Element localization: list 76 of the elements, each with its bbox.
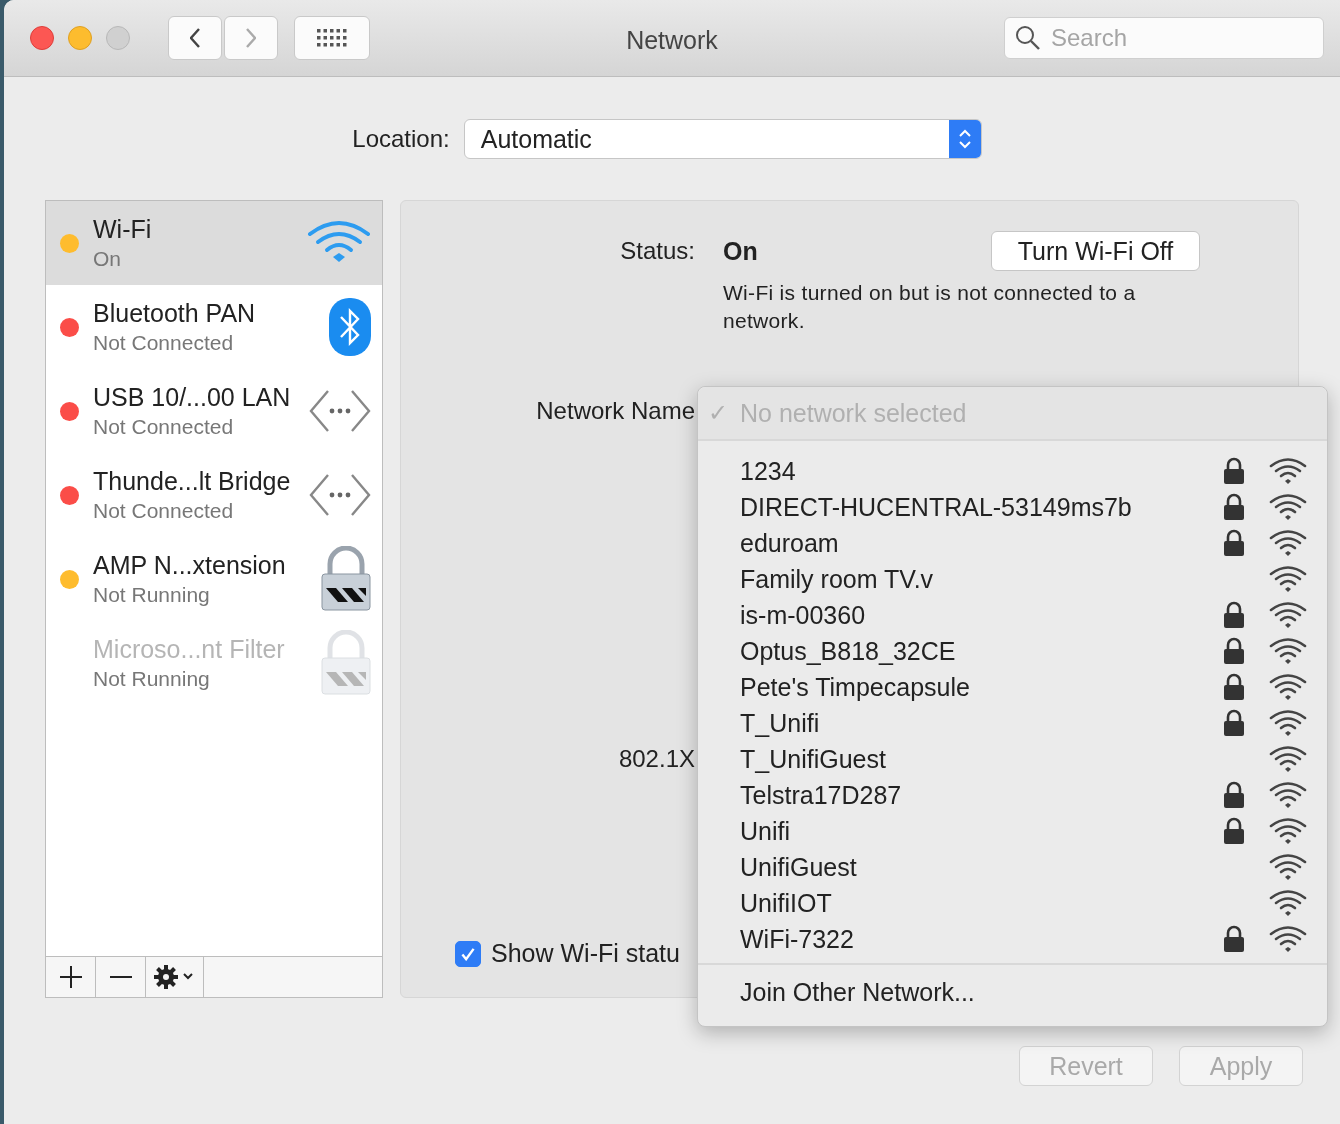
search-input[interactable]: Search [1049,23,1303,53]
minus-icon [108,976,133,978]
checkmark-icon [460,946,476,961]
wifi-icon [1269,636,1307,666]
close-button[interactable] [30,26,54,50]
service-item[interactable]: Thunde...lt Bridge Not Connected [46,453,382,537]
network-item[interactable]: eduroam [698,525,1327,561]
dot1x-label: 802.1X [617,745,695,773]
service-name: Wi-Fi [93,215,153,244]
service-item[interactable]: AMP N...xtension Not Running [46,537,382,621]
network-item[interactable]: Optus_B818_32CE [698,633,1327,669]
wifi-icon [1269,564,1307,594]
service-status: Not Connected [93,499,235,523]
network-item[interactable]: 1234 [698,453,1327,489]
service-name: Thunde...lt Bridge [93,467,292,496]
status-label: Status: [619,237,695,265]
wifi-icon [1269,924,1307,954]
padlock-icon [320,546,372,612]
wifi-icon [1269,744,1307,774]
search-field[interactable]: Search [1004,17,1324,59]
service-item[interactable]: Wi-Fi On [46,201,382,285]
wifi-icon [1269,780,1307,810]
window-title: Network [626,26,718,55]
service-name: AMP N...xtension [93,551,287,580]
network-item[interactable]: Unifi [698,813,1327,849]
search-icon [1015,25,1041,51]
service-status: Not Connected [93,331,235,355]
service-item[interactable]: Bluetooth PAN Not Connected [46,285,382,369]
wifi-icon [1269,528,1307,558]
turn-wifi-off-button[interactable]: Turn Wi-Fi Off [990,231,1201,271]
service-status: Not Running [93,583,211,607]
padlock-icon [320,630,372,696]
service-status: Not Connected [93,415,235,439]
service-name: USB 10/...00 LAN [93,383,292,412]
chevron-right-icon [246,28,256,48]
wifi-icon [1269,888,1307,918]
plus-icon [58,965,83,989]
network-item[interactable]: is-m-00360 [698,597,1327,633]
network-item[interactable]: Telstra17D287 [698,777,1327,813]
wifi-icon [1269,852,1307,882]
wifi-icon [1269,456,1307,486]
wifi-icon [1269,816,1307,846]
location-label: Location: [352,125,450,153]
network-item[interactable]: Pete's Timpecapsule [698,669,1327,705]
service-name: Microso...nt Filter [93,635,286,664]
service-item[interactable]: USB 10/...00 LAN Not Connected [46,369,382,453]
wifi-icon [1269,672,1307,702]
location-dropdown[interactable]: Automatic [463,119,982,159]
status-value: On [723,236,758,266]
network-arrows-icon [308,388,372,434]
wifi-icon [1269,492,1307,522]
network-name-label: Network Name [535,397,695,425]
network-item[interactable]: T_UnifiGuest [698,741,1327,777]
service-name: Bluetooth PAN [93,299,257,328]
service-status: Not Running [93,667,211,691]
status-description: Wi-Fi is turned on but is not connected to a network. [723,280,1137,334]
service-status: On [93,247,122,271]
network-item[interactable]: WiFi-7322 [698,921,1327,957]
network-item[interactable]: Family room TV.v [698,561,1327,597]
join-other-network-item[interactable]: Join Other Network... [698,965,1327,1019]
checkmark: ✓ [708,399,729,427]
wifi-icon [1269,708,1307,738]
show-status-label: Show Wi-Fi statu [491,939,680,968]
network-item[interactable]: UnifiIOT [698,885,1327,921]
bluetooth-icon [328,297,372,357]
back-button[interactable] [168,16,222,60]
chevron-left-icon [190,28,200,48]
network-item[interactable]: UnifiGuest [698,849,1327,885]
grid-icon [317,29,347,47]
network-item[interactable]: T_Unifi [698,705,1327,741]
stepper-icon [948,120,981,158]
wifi-icon [1269,600,1307,630]
network-item[interactable]: DIRECT-HUCENTRAL-53149ms7b [698,489,1327,525]
checkbox[interactable] [455,940,481,967]
network-arrows-icon [308,472,372,518]
show-all-button[interactable] [294,16,370,60]
